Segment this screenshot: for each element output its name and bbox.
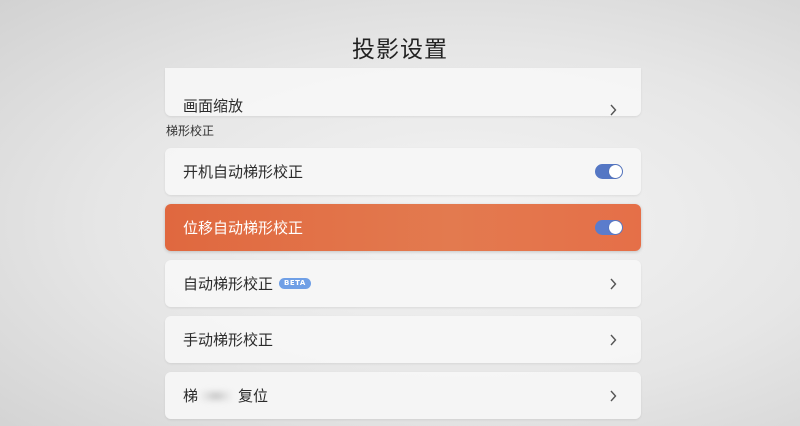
beta-badge: BETA	[279, 278, 311, 289]
toggle-switch-on[interactable]	[595, 164, 623, 179]
setting-manual-keystone[interactable]: 手动梯形校正	[165, 316, 641, 363]
setting-displacement-auto-keystone[interactable]: 位移自动梯形校正	[165, 204, 641, 251]
chevron-right-icon	[609, 390, 623, 402]
setting-boot-auto-keystone[interactable]: 开机自动梯形校正	[165, 148, 641, 195]
setting-label: 手动梯形校正	[183, 331, 274, 349]
toggle-switch-on[interactable]	[595, 220, 623, 235]
setting-label: 自动梯形校正 BETA	[183, 273, 609, 294]
setting-label: 位移自动梯形校正	[183, 219, 304, 237]
section-header-keystone: 梯形校正	[166, 124, 215, 138]
setting-auto-keystone[interactable]: 自动梯形校正 BETA	[165, 260, 641, 307]
setting-label-text: 自动梯形校正	[183, 275, 274, 293]
projection-settings-screen: 投影设置 画面缩放 梯形校正 开机自动梯形校正 位移自动梯形校正 自动梯形校正 …	[0, 0, 800, 426]
setting-label: 梯 复位	[183, 385, 609, 406]
setting-keystone-reset[interactable]: 梯 复位	[165, 372, 641, 419]
obscured-text	[200, 388, 233, 403]
setting-label: 开机自动梯形校正	[183, 163, 304, 181]
setting-label-end: 复位	[238, 387, 269, 405]
toggle-knob	[609, 165, 622, 178]
setting-label: 画面缩放	[183, 97, 244, 115]
setting-label-start: 梯	[183, 387, 199, 405]
chevron-right-icon	[609, 104, 623, 116]
chevron-right-icon	[609, 278, 623, 290]
setting-picture-scale[interactable]: 画面缩放	[165, 68, 641, 116]
toggle-knob	[609, 221, 622, 234]
page-title: 投影设置	[352, 37, 448, 63]
chevron-right-icon	[609, 334, 623, 346]
